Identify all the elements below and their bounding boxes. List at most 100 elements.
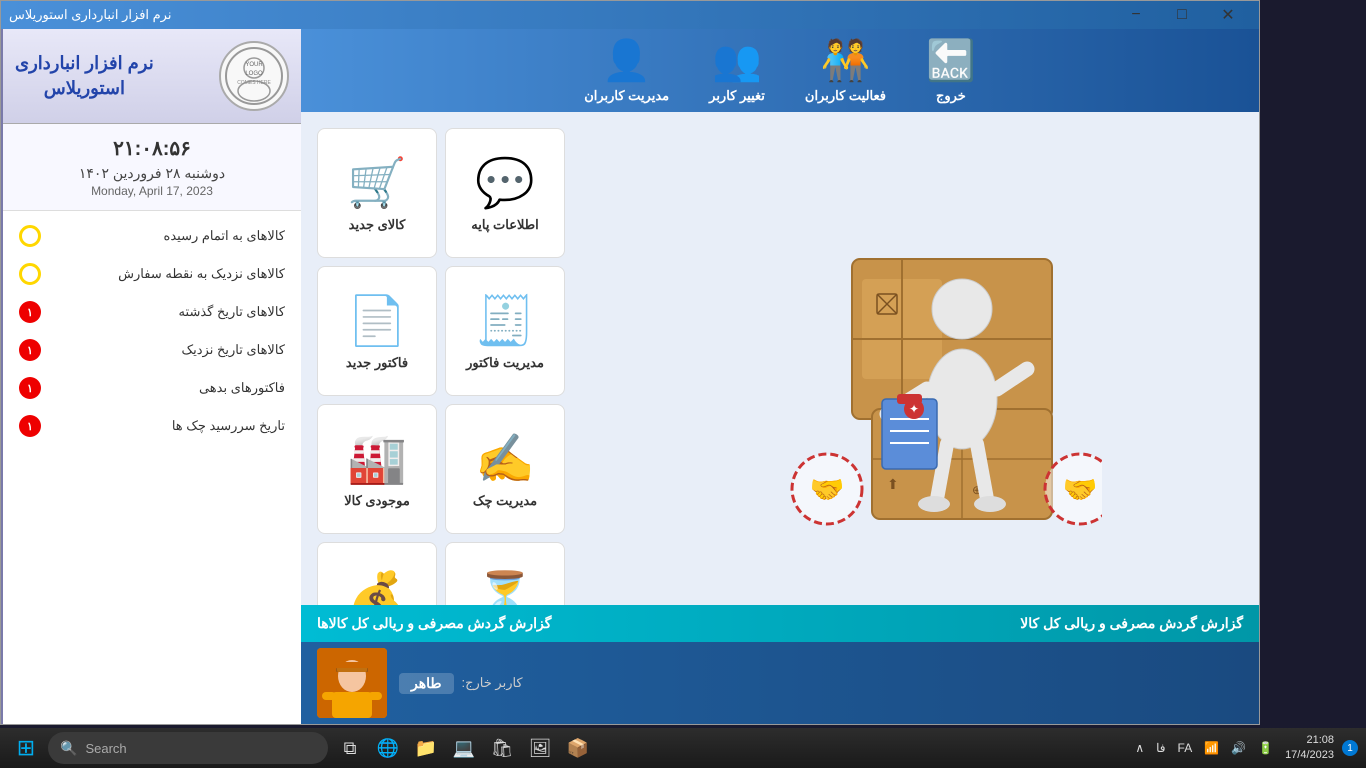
datetime-box: ۲۱:۰۸:۵۶ دوشنبه ۲۸ فروردین ۱۴۰۲ Monday, … — [3, 124, 301, 211]
bottom-bar-link2[interactable]: گزارش گردش مصرفی و ریالی کل کالاها — [317, 615, 551, 632]
battery-icon[interactable]: 🔋 — [1254, 739, 1277, 757]
notification-badge[interactable]: 1 — [1342, 740, 1358, 756]
app-header: نرم افزار انبارداری استوریلاس YOUR LOGO … — [3, 29, 301, 124]
user-info: کاربر خارج: طاهر — [399, 673, 523, 694]
menu-item-basic-info[interactable]: 💬اطلاعات پایه — [445, 128, 565, 258]
explorer-icon[interactable]: 📁 — [408, 730, 444, 766]
logo-icon: YOUR LOGO COMES HERE — [224, 46, 284, 106]
taskbar-right: ∧ فا FA 📶 🔊 🔋 21:08 17/4/2023 1 — [1131, 733, 1358, 764]
nav-item-user-activity[interactable]: 🧑‍🤝‍🧑فعالیت کاربران — [805, 37, 886, 104]
menu-icon-check-mgmt: ✍️ — [475, 430, 535, 487]
taskbar-left: ⊞ 🔍 Search ⧉ 🌐 📁 💻 🛍 🖼 📦 — [8, 730, 596, 766]
menu-icon-usage-history: ⏳ — [475, 568, 535, 606]
alert-label: کالاهای تاریخ گذشته — [179, 304, 285, 320]
search-placeholder: Search — [85, 741, 126, 756]
alert-item-invoices-debt[interactable]: فاکتورهای بدهی ۱ — [11, 371, 293, 405]
alert-badge-empty — [19, 263, 41, 285]
right-panel: نرم افزار انبارداری استوریلاس YOUR LOGO … — [1, 29, 301, 724]
menu-item-invoice-mgmt[interactable]: 🧾مدیریت فاکتور — [445, 266, 565, 396]
search-icon: 🔍 — [60, 740, 77, 757]
alert-badge-red: ۱ — [19, 339, 41, 361]
app-title: نرم افزار انبارداری استوریلاس — [15, 51, 154, 101]
icons-grid: 🛒کالای جدید💬اطلاعات پایه📄فاکتور جدید🧾مدی… — [317, 128, 565, 589]
menu-icon-price-change: 💰 — [347, 568, 407, 606]
menu-label-new-invoice: فاکتور جدید — [346, 355, 408, 371]
taskbar-search-box[interactable]: 🔍 Search — [48, 732, 328, 764]
alert-label: فاکتورهای بدهی — [199, 380, 285, 396]
alert-badge-red: ۱ — [19, 415, 41, 437]
alert-item-expired-soon[interactable]: کالاهای به اتمام رسیده — [11, 219, 293, 253]
close-button[interactable]: ✕ — [1205, 1, 1251, 29]
alert-item-check-due[interactable]: تاریخ سررسید چک ها ۱ — [11, 409, 293, 443]
menu-label-new-product: کالای جدید — [349, 217, 406, 233]
svg-text:YOUR: YOUR — [245, 62, 263, 68]
taskbar-pinned-apps: ⧉ 🌐 📁 💻 🛍 🖼 📦 — [332, 730, 596, 766]
system-clock[interactable]: 21:08 17/4/2023 — [1285, 733, 1334, 764]
clock-time: 21:08 — [1285, 733, 1334, 748]
user-label: کاربر خارج: — [462, 675, 523, 691]
menu-item-price-change[interactable]: 💰تغییر قیمت — [317, 542, 437, 605]
menu-icon-new-product: 🛒 — [347, 154, 407, 211]
task-view-button[interactable]: ⧉ — [332, 730, 368, 766]
taskbar: ⊞ 🔍 Search ⧉ 🌐 📁 💻 🛍 🖼 📦 ∧ فا FA 📶 🔊 🔋 2… — [0, 728, 1366, 768]
title-bar: نرم افزار انباردارى استوریلاس − □ ✕ — [1, 1, 1259, 29]
start-button[interactable]: ⊞ — [8, 730, 44, 766]
app-icon-1[interactable]: 💻 — [446, 730, 482, 766]
icons-area: 🛒کالای جدید💬اطلاعات پایه📄فاکتور جدید🧾مدی… — [301, 112, 1259, 605]
menu-icon-basic-info: 💬 — [475, 154, 535, 211]
svg-text:COMES HERE: COMES HERE — [237, 80, 271, 86]
alert-item-near-order[interactable]: کالاهای نزدیک به نقطه سفارش — [11, 257, 293, 291]
nav-icon-user-mgmt: 👤 — [602, 37, 652, 84]
nav-label-user-mgmt: مدیریت کاربران — [584, 88, 669, 104]
main-window: نرم افزار انباردارى استوریلاس − □ ✕ نرم … — [0, 0, 1260, 725]
main-content: 👤 مدیریت کاربران 👥تغییر کاربر 🧑‍🤝‍🧑فعالیت ک… — [301, 29, 1259, 724]
nav-label-change-user: تغییر کاربر — [709, 88, 765, 104]
alert-item-expired-past[interactable]: کالاهای تاریخ گذشته ۱ — [11, 295, 293, 329]
alert-badge-red: ۱ — [19, 301, 41, 323]
alerts-list: کالاهای به اتمام رسیده کالاهای نزدیک به ن… — [3, 211, 301, 724]
menu-item-new-invoice[interactable]: 📄فاکتور جدید — [317, 266, 437, 396]
svg-text:LOGO: LOGO — [245, 71, 263, 77]
photoshop-icon[interactable]: 🖼 — [522, 730, 558, 766]
alert-item-near-expire[interactable]: کالاهای تاریخ نزدیک۱ — [11, 333, 293, 367]
menu-item-new-product[interactable]: 🛒 کالای جدید — [317, 128, 437, 258]
system-tray: ∧ فا FA 📶 🔊 🔋 — [1131, 739, 1277, 757]
keyboard-lang-icon[interactable]: فا — [1152, 739, 1169, 757]
time-display: ۲۱:۰۸:۵۶ — [15, 136, 289, 161]
main-illustration: ⚠ ☀ ⬆ ⊕ — [722, 179, 1102, 539]
svg-text:⬆: ⬆ — [887, 476, 899, 492]
edge-icon[interactable]: 🌐 — [370, 730, 406, 766]
expand-tray-button[interactable]: ∧ — [1131, 739, 1148, 757]
bottom-bar: گزارش گردش مصرفی و ریالی کل کالا گزارش گ… — [301, 605, 1259, 642]
bottom-bar-link1[interactable]: گزارش گردش مصرفی و ریالی کل کالا — [1020, 615, 1243, 632]
minimize-button[interactable]: − — [1113, 1, 1159, 29]
store-icon[interactable]: 🛍 — [484, 730, 520, 766]
nav-item-change-user[interactable]: 👥تغییر کاربر — [709, 37, 765, 104]
menu-icon-invoice-mgmt: 🧾 — [475, 292, 535, 349]
alert-badge-empty — [19, 225, 41, 247]
nav-item-user-mgmt[interactable]: 👤 مدیریت کاربران — [584, 37, 669, 104]
center-illustration: ⚠ ☀ ⬆ ⊕ — [581, 128, 1243, 589]
svg-text:🤝: 🤝 — [810, 474, 845, 505]
lang-abbrev[interactable]: FA — [1174, 739, 1197, 757]
clock-date: 17/4/2023 — [1285, 748, 1334, 763]
nav-icon-user-activity: 🧑‍🤝‍🧑 — [821, 37, 871, 84]
volume-icon[interactable]: 🔊 — [1227, 739, 1250, 757]
alert-label: کالاهای نزدیک به نقطه سفارش — [118, 266, 285, 282]
top-nav: 👤 مدیریت کاربران 👥تغییر کاربر 🧑‍🤝‍🧑فعالیت ک… — [301, 29, 1259, 112]
wifi-icon[interactable]: 📶 — [1200, 739, 1223, 757]
alert-label: تاریخ سررسید چک ها — [172, 418, 285, 434]
windows-logo-icon: ⊞ — [17, 735, 35, 761]
menu-item-inventory[interactable]: 🏭موجودی کالا — [317, 404, 437, 534]
avatar-icon — [317, 648, 387, 718]
menu-item-usage-history[interactable]: ⏳تاریخ مصرف — [445, 542, 565, 605]
menu-item-check-mgmt[interactable]: ✍️ مدیریت چک — [445, 404, 565, 534]
app-icon-2[interactable]: 📦 — [560, 730, 596, 766]
nav-icon-exit: 🔙 — [926, 37, 976, 84]
menu-icon-inventory: 🏭 — [347, 430, 407, 487]
maximize-button[interactable]: □ — [1159, 1, 1205, 29]
alert-badge-red: ۱ — [19, 377, 41, 399]
svg-text:✦: ✦ — [909, 402, 919, 416]
menu-label-check-mgmt: مدیریت چک — [473, 493, 537, 509]
nav-item-exit[interactable]: 🔙خروج — [926, 37, 976, 104]
